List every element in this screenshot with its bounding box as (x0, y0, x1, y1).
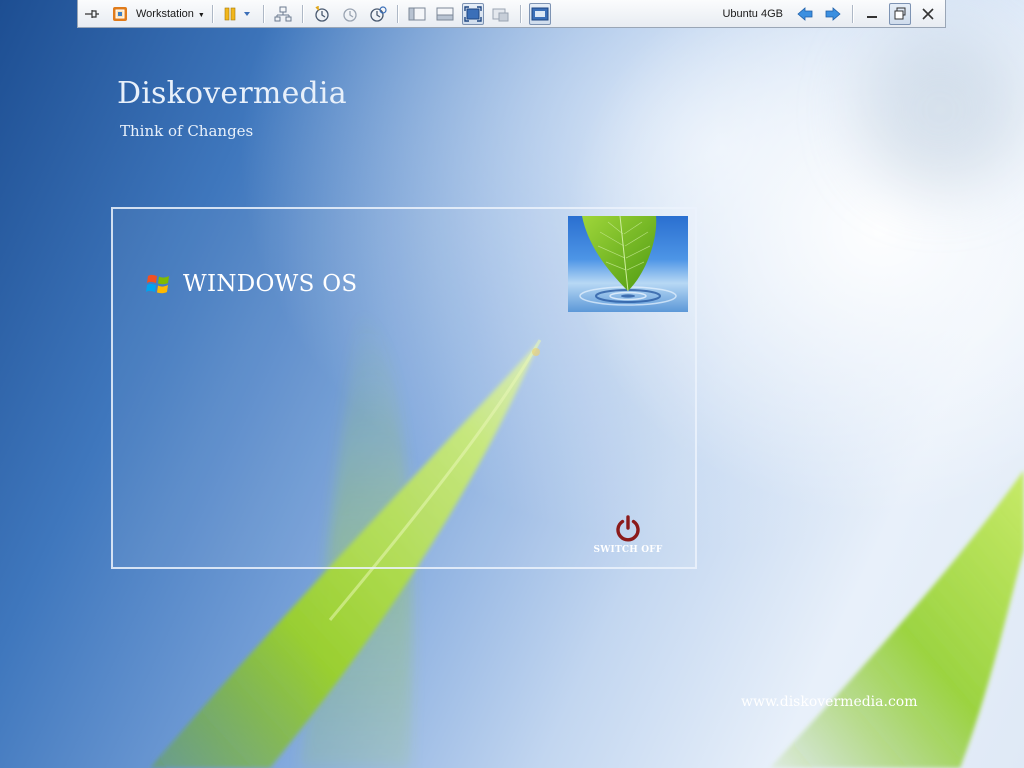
toolbar-divider (301, 4, 303, 23)
workstation-menu[interactable]: Workstation ▼ (134, 8, 207, 20)
toolbar-divider (262, 4, 264, 23)
snapshot-manager-button[interactable] (367, 3, 389, 25)
snapshot-icon (315, 5, 329, 22)
network-button[interactable] (272, 3, 294, 25)
minimize-button[interactable] (861, 3, 883, 25)
snapshot-revert-button[interactable] (339, 3, 361, 25)
quick-switch-button[interactable] (528, 2, 551, 25)
show-sidebar-button[interactable] (406, 3, 428, 25)
toolbar-divider (211, 4, 213, 23)
minimize-icon (867, 15, 877, 18)
full-screen-button[interactable] (461, 2, 484, 25)
brand-subtitle: Think of Changes (120, 122, 254, 140)
sidebar-icon (408, 7, 426, 20)
vmware-logo-button[interactable] (109, 3, 131, 25)
unity-icon (492, 8, 509, 21)
unity-button[interactable] (490, 3, 512, 25)
show-console-button[interactable] (434, 3, 456, 25)
revert-icon (343, 7, 357, 22)
arrow-right-icon (825, 6, 841, 21)
pin-icon (85, 9, 99, 18)
toolbar-divider (519, 4, 521, 23)
network-icon (274, 6, 292, 21)
pause-button[interactable] (221, 3, 255, 25)
switch-off-button[interactable]: SWITCH OFF (593, 513, 663, 559)
snapshot-manager-icon (370, 5, 387, 22)
previous-vm-button[interactable] (794, 3, 816, 25)
close-button[interactable] (917, 3, 939, 25)
windows-os-label: WINDOWS OS (183, 271, 358, 297)
vm-toolbar: Workstation ▼ Ubuntu 4GB (77, 0, 946, 28)
power-icon (616, 515, 640, 542)
workstation-menu-label: Workstation (136, 7, 194, 20)
snapshot-take-button[interactable] (311, 3, 333, 25)
close-icon (922, 7, 934, 20)
leaf-water-image (568, 216, 688, 312)
next-vm-button[interactable] (822, 3, 844, 25)
vm-name-label: Ubuntu 4GB (722, 7, 783, 20)
pin-button[interactable] (81, 3, 103, 25)
website-url: www.diskovermedia.com (741, 694, 918, 710)
quick-switch-icon (531, 7, 549, 20)
switch-off-label: SWITCH OFF (593, 545, 663, 555)
chevron-down-icon: ▼ (197, 11, 205, 19)
desktop-screen: Workstation ▼ Ubuntu 4GB Diskovermedia T… (0, 0, 1024, 768)
restore-button[interactable] (889, 2, 911, 25)
brand-title: Diskovermedia (117, 76, 347, 111)
pause-icon (224, 7, 250, 20)
restore-icon (894, 7, 906, 19)
toolbar-divider (396, 4, 398, 23)
console-icon (436, 7, 454, 20)
arrow-left-icon (797, 6, 813, 21)
vmware-logo-icon (113, 6, 127, 21)
toolbar-divider (852, 4, 853, 23)
windows-logo-icon (146, 274, 169, 294)
full-screen-icon (464, 5, 482, 22)
windows-os-option[interactable]: WINDOWS OS (145, 271, 357, 297)
boot-menu-panel: WINDOWS OS SWITCH OFF (111, 207, 697, 569)
